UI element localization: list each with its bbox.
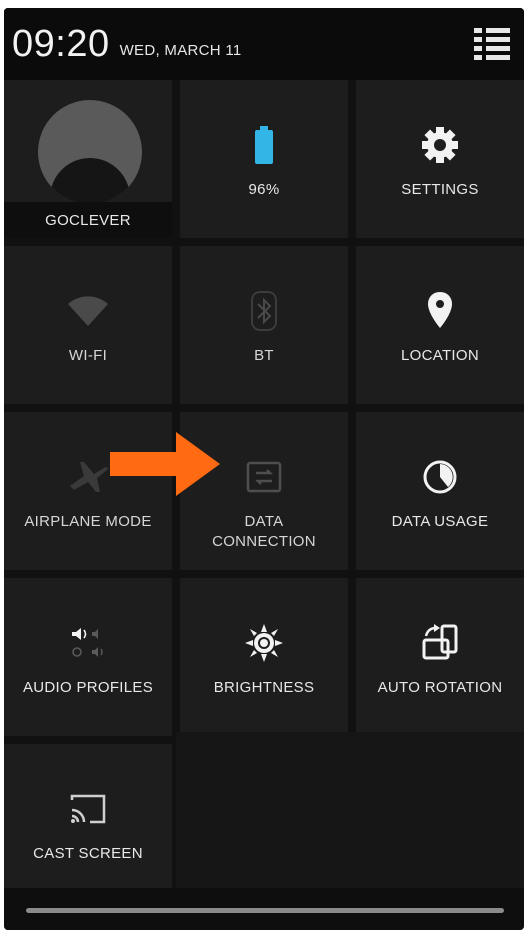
rotate-icon	[418, 622, 462, 664]
cast-screen-tile[interactable]: CAST SCREEN	[4, 744, 172, 902]
sun-icon	[243, 622, 285, 664]
quick-settings-panel: 09:20 WED, MARCH 11 GOCLEVER 96% SETTING…	[4, 8, 524, 930]
airplane-icon	[66, 456, 110, 498]
data-connection-label-line2: CONNECTION	[212, 533, 316, 550]
location-pin-icon	[426, 290, 454, 332]
notifications-list-icon[interactable]	[472, 24, 512, 64]
avatar	[38, 100, 142, 204]
battery-tile[interactable]: 96%	[180, 80, 348, 238]
data-connection-label-line1: DATA	[244, 513, 284, 530]
user-name: GOCLEVER	[4, 202, 172, 238]
airplane-mode-label: AIRPLANE MODE	[24, 513, 152, 530]
data-connection-icon	[245, 456, 283, 498]
data-usage-tile[interactable]: DATA USAGE	[356, 412, 524, 570]
panel-handle[interactable]	[4, 888, 524, 930]
battery-level: 96%	[248, 181, 280, 198]
user-tile[interactable]: GOCLEVER	[4, 80, 172, 238]
clock: 09:20	[12, 22, 110, 65]
cast-icon	[66, 788, 110, 830]
data-usage-label: DATA USAGE	[391, 513, 489, 530]
empty-tile-area	[176, 732, 524, 890]
audio-profiles-icon	[66, 622, 110, 664]
brightness-tile[interactable]: BRIGHTNESS	[180, 578, 348, 736]
location-tile[interactable]: LOCATION	[356, 246, 524, 404]
cast-screen-label: CAST SCREEN	[33, 845, 143, 862]
data-connection-label: DATA CONNECTION	[212, 512, 316, 552]
settings-tile[interactable]: SETTINGS	[356, 80, 524, 238]
audio-profiles-tile[interactable]: AUDIO PROFILES	[4, 578, 172, 736]
brightness-label: BRIGHTNESS	[213, 679, 315, 696]
location-label: LOCATION	[401, 347, 479, 364]
audio-profiles-label: AUDIO PROFILES	[22, 679, 154, 696]
bt-label: BT	[254, 347, 274, 364]
auto-rotation-label: AUTO ROTATION	[377, 679, 503, 696]
gear-icon	[419, 124, 461, 166]
wifi-label: WI-FI	[68, 347, 108, 364]
drag-handle[interactable]	[26, 908, 504, 913]
battery-icon	[251, 124, 277, 166]
status-bar: 09:20 WED, MARCH 11	[4, 8, 524, 80]
bt-tile[interactable]: BT	[180, 246, 348, 404]
auto-rotation-tile[interactable]: AUTO ROTATION	[356, 578, 524, 736]
settings-label: SETTINGS	[401, 181, 479, 198]
wifi-tile[interactable]: WI-FI	[4, 246, 172, 404]
wifi-icon	[66, 290, 110, 332]
bluetooth-icon	[249, 290, 279, 332]
date: WED, MARCH 11	[119, 41, 242, 59]
orange-arrow-annotation	[110, 432, 220, 496]
pie-chart-icon	[419, 456, 461, 498]
